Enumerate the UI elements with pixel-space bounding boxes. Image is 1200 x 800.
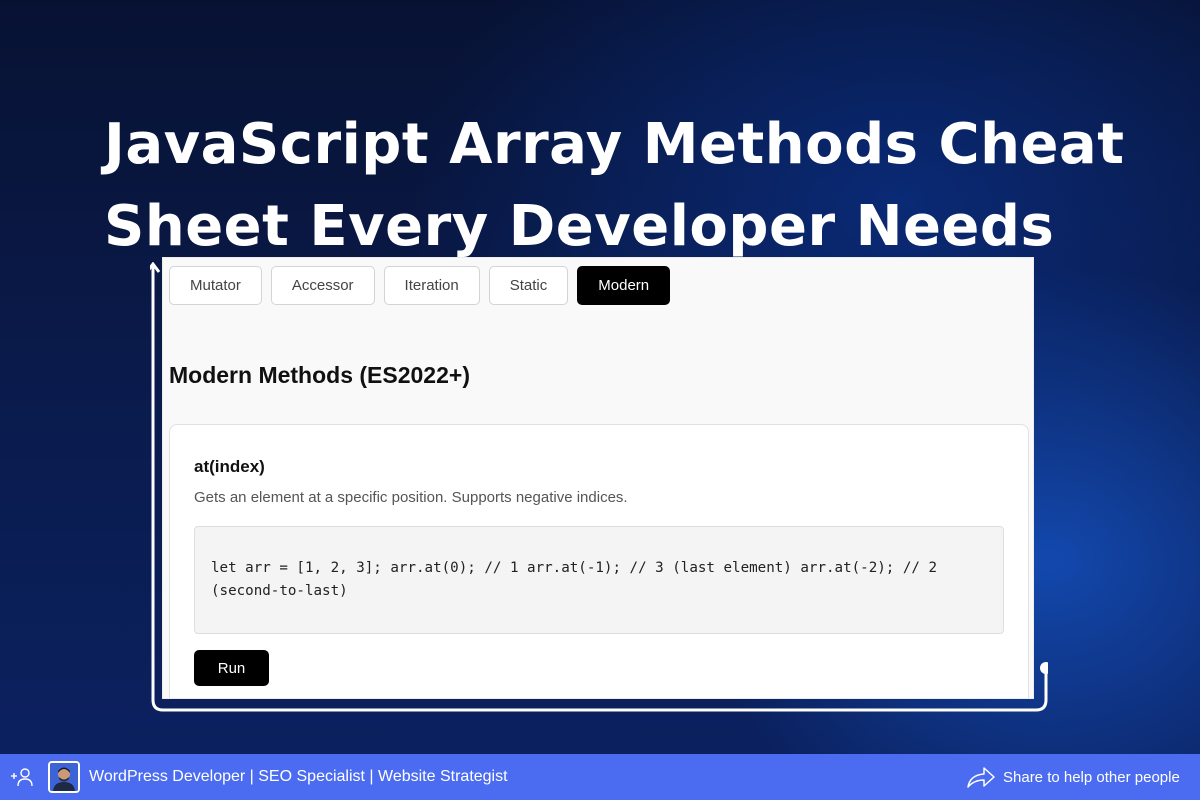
headline-line-2: Sheet Every Developer Needs xyxy=(104,194,1055,259)
method-description: Gets an element at a specific position. … xyxy=(194,489,628,506)
code-line-2: (second-to-last) xyxy=(211,583,348,599)
tab-iteration[interactable]: Iteration xyxy=(383,266,480,305)
tab-accessor[interactable]: Accessor xyxy=(270,266,375,305)
share-arrow-icon[interactable] xyxy=(966,765,996,789)
add-user-icon[interactable] xyxy=(10,767,34,787)
footer-bar: WordPress Developer | SEO Specialist | W… xyxy=(0,754,1200,800)
headline: JavaScript Array Methods Cheat Sheet Eve… xyxy=(104,104,1164,268)
code-example: let arr = [1, 2, 3]; arr.at(0); // 1 arr… xyxy=(194,526,1004,634)
run-button[interactable]: Run xyxy=(194,650,269,686)
method-name: at(index) xyxy=(194,457,265,476)
author-tagline[interactable]: WordPress Developer | SEO Specialist | W… xyxy=(89,768,508,786)
tab-mutator[interactable]: Mutator xyxy=(169,266,262,305)
section-title: Modern Methods (ES2022+) xyxy=(169,362,470,388)
method-tabs: Mutator Accessor Iteration Static Modern xyxy=(169,266,671,305)
tab-modern[interactable]: Modern xyxy=(577,266,671,305)
method-card: at(index) Gets an element at a specific … xyxy=(169,424,1029,698)
share-text[interactable]: Share to help other people xyxy=(1003,769,1180,786)
cheat-sheet-panel: Mutator Accessor Iteration Static Modern… xyxy=(162,257,1034,699)
headline-line-1: JavaScript Array Methods Cheat xyxy=(104,112,1125,177)
tab-static[interactable]: Static xyxy=(488,266,569,305)
avatar[interactable] xyxy=(48,761,80,793)
code-line-1: let arr = [1, 2, 3]; arr.at(0); // 1 arr… xyxy=(211,560,938,576)
